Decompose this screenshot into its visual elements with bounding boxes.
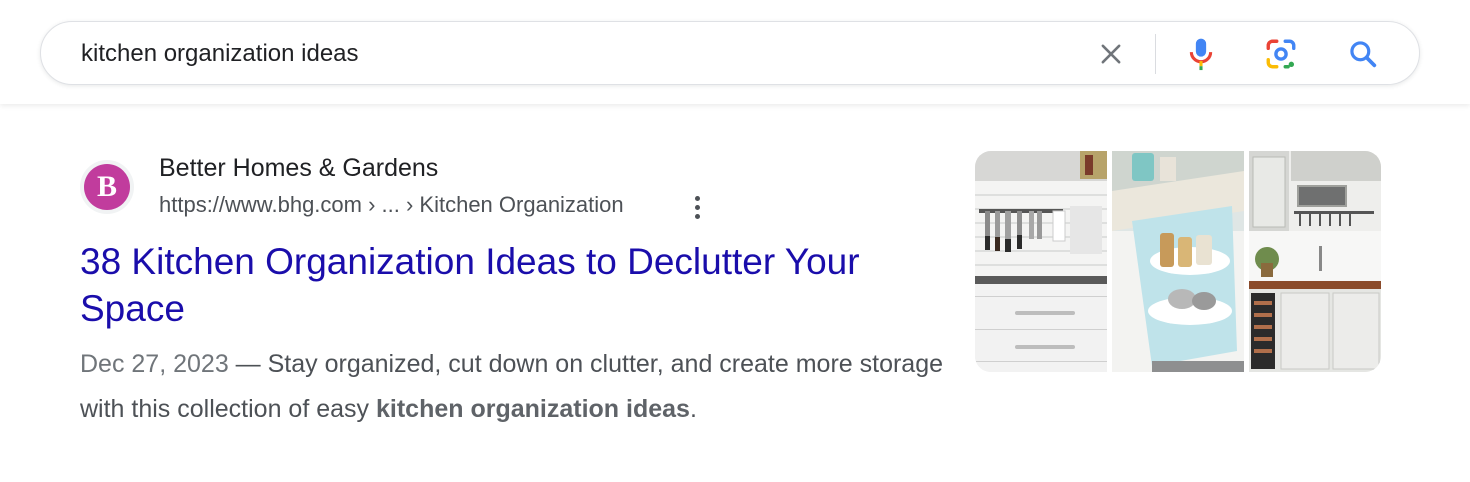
thumbnail-knife-rack[interactable] xyxy=(975,151,1107,372)
camera-lens-icon xyxy=(1266,39,1296,69)
favicon-letter: B xyxy=(84,164,130,210)
voice-search-button[interactable] xyxy=(1183,36,1219,72)
result-snippet: Dec 27, 2023 — Stay organized, cut down … xyxy=(80,342,950,432)
search-submit-button[interactable] xyxy=(1345,36,1381,72)
snippet-bold: kitchen organization ideas xyxy=(375,395,690,423)
search-divider xyxy=(1155,34,1156,74)
clear-button[interactable] xyxy=(1093,36,1129,72)
result-date: Dec 27, 2023 xyxy=(80,350,229,378)
more-options-button[interactable] xyxy=(685,192,709,222)
site-favicon[interactable]: B xyxy=(80,160,134,214)
result-title-link[interactable]: 38 Kitchen Organization Ideas to Declutt… xyxy=(80,238,950,332)
site-name[interactable]: Better Homes & Gardens xyxy=(159,154,438,183)
more-vert-icon xyxy=(694,195,700,201)
top-search-bar xyxy=(0,0,1470,104)
snippet-separator: — xyxy=(228,350,268,378)
site-url[interactable]: https://www.bhg.com › ... › Kitchen Orga… xyxy=(159,192,624,218)
result-thumbnails[interactable] xyxy=(975,151,1381,372)
close-icon xyxy=(1101,44,1121,64)
microphone-icon xyxy=(1189,38,1213,71)
search-icon xyxy=(1350,41,1377,68)
lens-search-button[interactable] xyxy=(1263,36,1299,72)
thumbnail-lazy-susan[interactable] xyxy=(1112,151,1244,372)
thumbnail-wine-fridge[interactable] xyxy=(1249,151,1381,372)
search-box xyxy=(40,21,1420,85)
snippet-end: . xyxy=(689,395,697,423)
search-input[interactable] xyxy=(81,38,1041,70)
